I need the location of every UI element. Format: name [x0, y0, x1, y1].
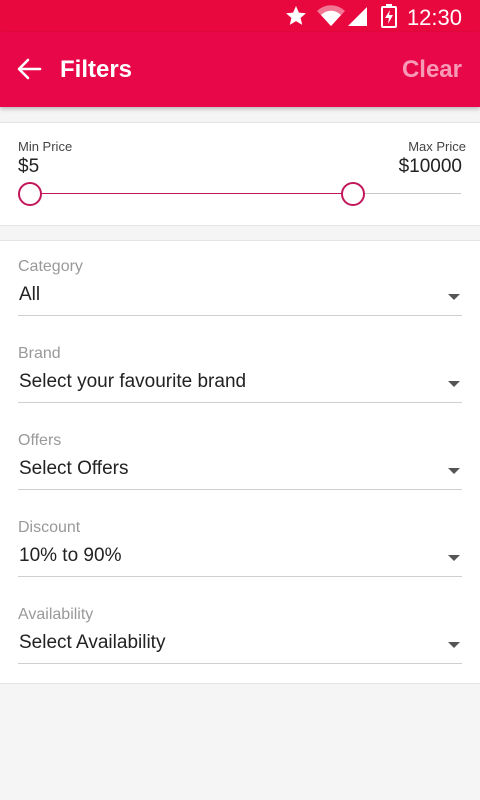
max-price-thumb[interactable] [341, 182, 365, 206]
availability-dropdown[interactable]: Availability Select Availability [18, 606, 462, 680]
brand-value: Select your favourite brand [19, 371, 247, 392]
price-slider-range [30, 193, 353, 194]
availability-label: Availability [18, 606, 94, 623]
discount-value: 10% to 90% [19, 545, 122, 566]
field-underline [18, 315, 462, 316]
max-price-label: Max Price [408, 139, 466, 154]
category-value: All [19, 284, 41, 305]
field-underline [18, 663, 462, 664]
brand-label: Brand [18, 345, 61, 362]
min-price-label: Min Price [18, 139, 73, 154]
status-bar: 12:30 [0, 0, 480, 32]
dropdown-arrow-icon [448, 294, 460, 300]
battery-charging-icon [381, 4, 397, 28]
signal-icon [348, 7, 367, 26]
availability-value: Select Availability [19, 632, 166, 653]
dropdown-arrow-icon [448, 468, 460, 474]
max-price-value: $10000 [398, 156, 462, 177]
min-price-value: $5 [18, 156, 40, 177]
discount-dropdown[interactable]: Discount 10% to 90% [18, 519, 462, 593]
app-bar: Filters Clear [0, 32, 480, 107]
discount-label: Discount [18, 519, 81, 536]
offers-dropdown[interactable]: Offers Select Offers [18, 432, 462, 506]
field-underline [18, 489, 462, 490]
offers-label: Offers [18, 432, 62, 449]
category-label: Category [18, 258, 83, 275]
offers-value: Select Offers [19, 458, 129, 479]
clear-button[interactable]: Clear [402, 56, 462, 84]
filters-card: Category All Brand Select your favourite… [0, 240, 480, 684]
min-price-thumb[interactable] [18, 182, 42, 206]
dropdown-arrow-icon [448, 381, 460, 387]
dropdown-arrow-icon [448, 642, 460, 648]
wifi-icon [317, 5, 345, 27]
field-underline [18, 402, 462, 403]
arrow-back-icon[interactable] [14, 54, 44, 84]
field-underline [18, 576, 462, 577]
category-dropdown[interactable]: Category All [18, 258, 462, 332]
dropdown-arrow-icon [448, 555, 460, 561]
price-range-card: Min Price Max Price $5 $10000 [0, 122, 480, 226]
brand-dropdown[interactable]: Brand Select your favourite brand [18, 345, 462, 419]
page-title: Filters [60, 56, 133, 83]
status-time: 12:30 [406, 5, 462, 30]
star-icon [286, 6, 306, 25]
